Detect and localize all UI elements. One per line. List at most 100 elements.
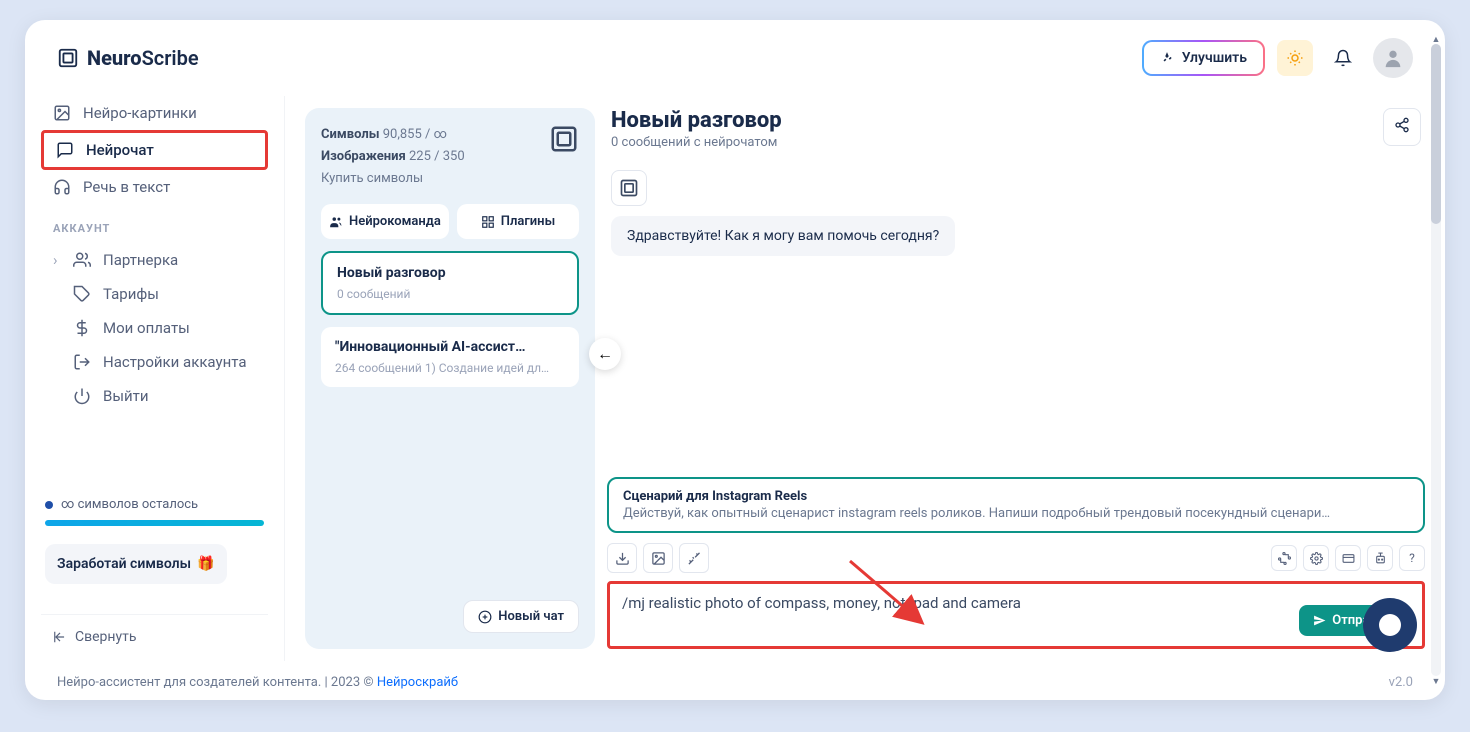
usage-block: ∞ символов осталось Заработай символы 🎁	[41, 489, 268, 600]
sidebar-item-settings[interactable]: Настройки аккаунта	[41, 345, 268, 379]
symbols-value: 90,855 / ∞	[383, 127, 447, 142]
sidebar-item-speech[interactable]: Речь в текст	[41, 170, 268, 204]
sidebar-item-payments[interactable]: Мои оплаты	[41, 311, 268, 345]
sidebar-label: Выйти	[103, 387, 149, 405]
message-input[interactable]: /mj realistic photo of compass, money, n…	[622, 594, 1410, 634]
sidebar-item-neurochat[interactable]: Нейрочат	[44, 133, 265, 167]
sidebar-item-exit[interactable]: Выйти	[41, 379, 268, 413]
content-area: Символы 90,855 / ∞ Изображения 225 / 350…	[285, 96, 1445, 661]
stats-row: Символы 90,855 / ∞ Изображения 225 / 350…	[321, 124, 579, 190]
footer-text: Нейро-ассистент для создателей контента.…	[57, 675, 458, 690]
annotation-highlight-input: /mj realistic photo of compass, money, n…	[607, 581, 1425, 649]
collapse-chat-list-button[interactable]: ←	[589, 338, 621, 370]
logo-text: NeuroScribe	[87, 46, 199, 70]
extension-button[interactable]	[1271, 545, 1297, 571]
footer-link[interactable]: Нейроскрайб	[377, 675, 458, 690]
chat-icon	[56, 141, 74, 159]
new-chat-label: Новый чат	[498, 609, 564, 624]
version-label: v2.0	[1389, 675, 1413, 690]
plugins-button[interactable]: Плагины	[457, 204, 579, 239]
prompt-template-card[interactable]: Сценарий для Instagram Reels Действуй, к…	[607, 477, 1425, 533]
conversation-sub: 264 сообщений 1) Создание идей дл…	[335, 361, 565, 375]
bell-icon	[1334, 49, 1352, 67]
symbols-label: Символы	[321, 127, 379, 142]
gear-icon	[1310, 552, 1323, 565]
input-toolbar: ?	[607, 543, 1425, 573]
collapse-sidebar-button[interactable]: Свернуть	[53, 629, 256, 645]
usage-line: ∞ символов осталось	[45, 497, 264, 512]
chat-subtitle: 0 сообщений с нейрочатом	[611, 135, 782, 150]
chat-header: Новый разговор 0 сообщений с нейрочатом	[607, 108, 1425, 162]
notifications-button[interactable]	[1325, 40, 1361, 76]
scroll-up-arrow[interactable]: ▲	[1431, 34, 1441, 44]
headphones-icon	[53, 178, 71, 196]
image-icon	[53, 104, 71, 122]
sidebar-item-tariffs[interactable]: Тарифы	[41, 277, 268, 311]
sidebar-label: Нейрочат	[86, 141, 154, 159]
logo-icon	[57, 47, 79, 69]
download-button[interactable]	[607, 543, 637, 573]
earn-symbols-button[interactable]: Заработай символы 🎁	[45, 544, 227, 584]
conversation-card-active[interactable]: Новый разговор 0 сообщений	[321, 251, 579, 315]
chat-body: Здравствуйте! Как я могу вам помочь сего…	[607, 162, 1425, 471]
share-button[interactable]	[1383, 108, 1421, 146]
footer-prefix: Нейро-ассистент для создателей контента.…	[57, 675, 377, 690]
plus-circle-icon	[478, 610, 492, 624]
sidebar-label: Партнерка	[103, 251, 178, 269]
power-icon	[73, 387, 91, 405]
earn-label: Заработай символы	[57, 556, 191, 572]
new-chat-button[interactable]: Новый чат	[463, 600, 579, 633]
footer: Нейро-ассистент для создателей контента.…	[25, 661, 1445, 700]
sidebar-item-images[interactable]: Нейро-картинки	[41, 96, 268, 130]
sidebar-label: Мои оплаты	[103, 319, 190, 337]
card-icon	[1342, 552, 1355, 565]
help-button[interactable]: ?	[1399, 545, 1425, 571]
scroll-down-arrow[interactable]: ▼	[1431, 676, 1441, 686]
template-desc: Действуй, как опытный сценарист instagra…	[623, 506, 1409, 521]
topbar-right: Улучшить	[1142, 38, 1413, 78]
cube-icon	[549, 124, 579, 154]
magic-button[interactable]	[679, 543, 709, 573]
grid-icon	[481, 215, 495, 229]
images-value: 225 / 350	[409, 149, 465, 164]
robot-button[interactable]	[1367, 545, 1393, 571]
pill-label: Нейрокоманда	[349, 214, 441, 229]
app-logo[interactable]: NeuroScribe	[57, 46, 199, 70]
upgrade-button[interactable]: Улучшить	[1142, 40, 1265, 76]
conversation-title: "Инновационный AI-ассист…	[335, 339, 565, 355]
neuroteam-button[interactable]: Нейрокоманда	[321, 204, 449, 239]
theme-toggle-button[interactable]	[1277, 40, 1313, 76]
card-button[interactable]	[1335, 545, 1361, 571]
scrollbar-thumb[interactable]	[1431, 44, 1441, 224]
users-icon	[73, 251, 91, 269]
stats-text: Символы 90,855 / ∞ Изображения 225 / 350…	[321, 124, 465, 190]
chevron-right-icon: ›	[53, 251, 61, 269]
chat-fab-button[interactable]	[1363, 598, 1417, 652]
collapse-icon	[53, 630, 67, 644]
conversation-card[interactable]: "Инновационный AI-ассист… 264 сообщений …	[321, 327, 579, 387]
conversation-title: Новый разговор	[337, 265, 563, 281]
download-icon	[615, 551, 630, 566]
usage-progress-bar	[45, 520, 264, 526]
cube-icon	[619, 178, 639, 198]
pill-label: Плагины	[501, 214, 555, 229]
input-zone: Сценарий для Instagram Reels Действуй, к…	[607, 471, 1425, 649]
wand-icon	[687, 551, 702, 566]
sidebar-label: Настройки аккаунта	[103, 353, 246, 371]
robot-icon	[1374, 552, 1387, 565]
chat-list-panel: Символы 90,855 / ∞ Изображения 225 / 350…	[305, 108, 595, 649]
scrollbar-track[interactable]	[1431, 44, 1441, 676]
send-icon	[1313, 614, 1326, 627]
buy-symbols-link[interactable]: Купить символы	[321, 168, 465, 190]
image-button[interactable]	[643, 543, 673, 573]
gift-icon: 🎁	[197, 556, 214, 572]
sidebar: Нейро-картинки Нейрочат Речь в текст АКК…	[25, 96, 285, 661]
user-avatar[interactable]	[1373, 38, 1413, 78]
images-label: Изображения	[321, 149, 406, 164]
sidebar-item-partner[interactable]: › Партнерка	[41, 243, 268, 277]
bot-message: Здравствуйте! Как я могу вам помочь сего…	[611, 216, 955, 256]
collapse-row: Свернуть	[41, 614, 268, 645]
settings-button[interactable]	[1303, 545, 1329, 571]
tag-icon	[73, 285, 91, 303]
usage-text: ∞ символов осталось	[61, 497, 198, 512]
